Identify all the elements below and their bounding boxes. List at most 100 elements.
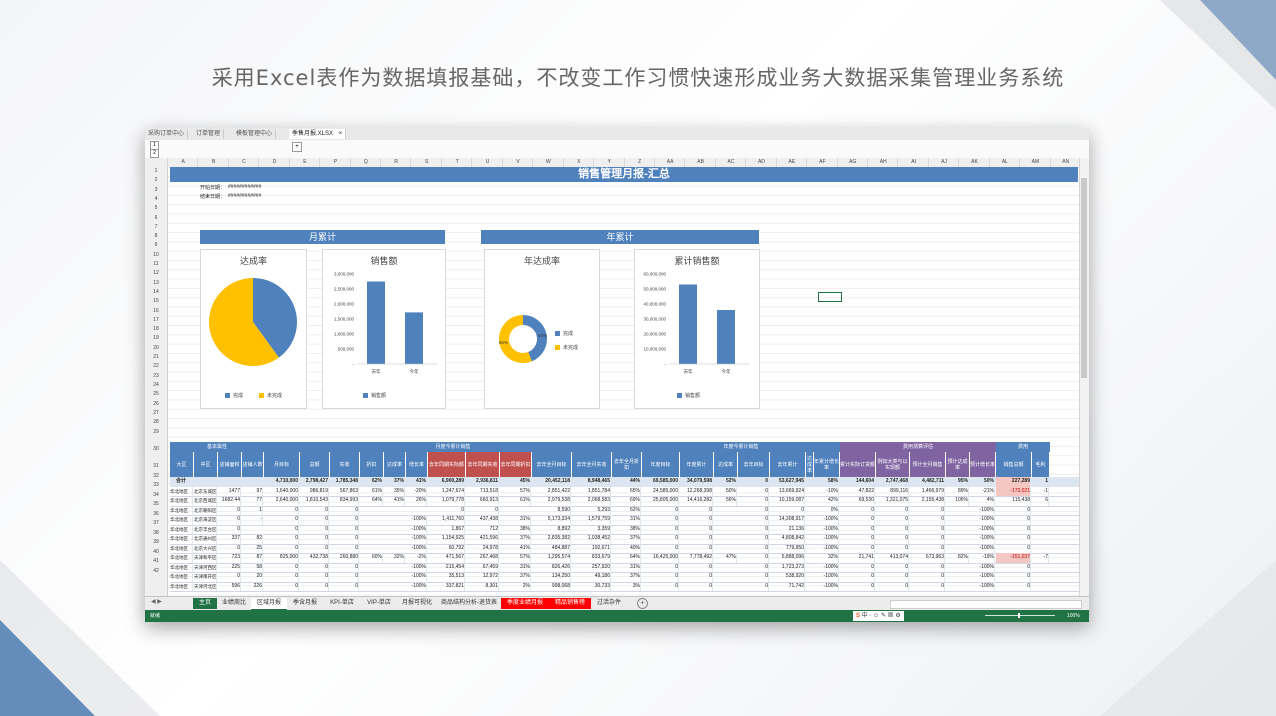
table-cell[interactable]: 0 [264, 572, 299, 582]
row-number[interactable]: 31 [145, 462, 167, 472]
table-cell[interactable]: 0 [680, 562, 713, 572]
table-cell[interactable]: -7 [1032, 553, 1049, 563]
column-header-cell[interactable]: 销售总额 [996, 452, 1031, 477]
table-cell[interactable]: 42% [814, 496, 839, 506]
table-cell[interactable]: 0 [642, 581, 679, 591]
sheet-tab[interactable]: 过活杂件 [591, 598, 627, 609]
sheet-grid[interactable]: 销售管理月报-汇总 开始日期： ############ 结束日期： #####… [168, 167, 1080, 596]
sheet-tab[interactable]: 商品结构分析-退货表 [437, 598, 501, 609]
table-cell[interactable]: 20 [242, 572, 263, 582]
zoom-slider[interactable] [985, 615, 1055, 616]
table-cell[interactable]: -100% [970, 505, 995, 515]
table-cell[interactable]: 0 [840, 505, 875, 515]
table-cell[interactable]: 723 [218, 553, 241, 563]
table-cell[interactable]: 0 [910, 572, 945, 582]
table-cell[interactable]: 1,810,543 [300, 496, 329, 506]
table-cell[interactable]: 0 [218, 505, 241, 515]
row-number[interactable]: 33 [145, 481, 167, 491]
table-cell[interactable]: 0 [996, 543, 1031, 553]
table-cell[interactable]: 0 [738, 524, 769, 534]
table-cell[interactable]: 0 [910, 515, 945, 525]
total-cell[interactable]: 1,785,348 [330, 477, 358, 487]
table-cell[interactable]: 1,867 [428, 524, 465, 534]
table-cell[interactable]: 87 [242, 553, 263, 563]
column-letter[interactable]: V [501, 158, 533, 167]
table-cell[interactable]: 0 [996, 562, 1031, 572]
table-cell[interactable]: - [242, 515, 263, 525]
table-cell[interactable]: 0 [876, 534, 909, 544]
table-cell[interactable]: 69% [612, 496, 641, 506]
table-cell[interactable]: 10,159,087 [770, 496, 805, 506]
table-cell[interactable]: 华北地区 [170, 524, 193, 534]
table-cell[interactable]: 40% [612, 543, 641, 553]
table-cell[interactable]: 337 [218, 534, 241, 544]
table-cell[interactable]: -100% [814, 515, 839, 525]
column-header-cell[interactable]: 店铺人数 [242, 452, 263, 477]
column-header-cell[interactable]: 年累计增长率 [814, 452, 839, 477]
table-cell[interactable]: 1,079,778 [428, 496, 465, 506]
table-cell[interactable]: 0 [264, 562, 299, 572]
table-cell[interactable]: 0 [738, 553, 769, 563]
table-cell[interactable]: -100% [814, 572, 839, 582]
table-cell[interactable]: 115,438 [996, 496, 1031, 506]
table-cell[interactable]: -100% [970, 543, 995, 553]
table-cell[interactable]: 225 [218, 562, 241, 572]
table-cell[interactable]: 0 [876, 505, 909, 515]
table-cell[interactable]: 1 [242, 505, 263, 515]
sheet-tab[interactable]: KPI-单店 [323, 598, 361, 609]
total-cell[interactable]: 53,627,945 [770, 477, 804, 487]
table-cell[interactable]: 华北地区 [170, 515, 193, 525]
table-cell[interactable]: -100% [406, 572, 427, 582]
table-cell[interactable]: 0 [642, 572, 679, 582]
row-number[interactable]: 40 [145, 548, 167, 558]
table-cell[interactable]: 37% [612, 572, 641, 582]
donut-chart-year-achievement[interactable]: 年达成率 44% 56% 完成 未完成 [484, 249, 600, 409]
table-cell[interactable]: 1,295,574 [532, 553, 571, 563]
row-number[interactable]: 15 [145, 297, 167, 306]
column-header-cell[interactable]: 去年全月折扣 [612, 452, 641, 477]
sheet-tab[interactable]: VIP-单店 [361, 598, 397, 609]
table-cell[interactable]: 1,466,979 [910, 486, 945, 496]
table-cell[interactable]: 北京海淀区 [194, 515, 217, 525]
table-cell[interactable]: 57% [500, 486, 531, 496]
row-number[interactable]: 39 [145, 538, 167, 548]
table-cell[interactable]: 0 [218, 515, 241, 525]
column-letter[interactable]: D [258, 158, 289, 167]
column-letter[interactable]: S [410, 158, 441, 167]
column-letter[interactable]: AK [958, 158, 989, 167]
total-cell[interactable]: 144,604 [840, 477, 874, 487]
table-cell[interactable]: -100% [970, 524, 995, 534]
table-cell[interactable]: 12,972 [466, 572, 499, 582]
column-letter[interactable]: AL [988, 158, 1020, 167]
table-cell[interactable]: 0 [330, 572, 359, 582]
table-cell[interactable]: 660,913 [466, 496, 499, 506]
table-cell[interactable]: -100% [406, 515, 427, 525]
row-number[interactable]: 27 [145, 409, 167, 418]
total-cell[interactable]: 0 [738, 477, 768, 487]
table-cell[interactable]: -100% [970, 534, 995, 544]
table-cell[interactable]: 0 [996, 515, 1031, 525]
column-letter[interactable]: A [167, 158, 198, 167]
table-cell[interactable]: 北京大兴区 [194, 543, 217, 553]
table-cell[interactable]: -100% [406, 581, 427, 591]
table-cell[interactable]: 华北地区 [170, 534, 193, 544]
table-cell[interactable]: 0 [840, 543, 875, 553]
table-cell[interactable]: 0 [840, 581, 875, 591]
column-letter[interactable]: AB [684, 158, 715, 167]
row-number[interactable]: 2 [145, 176, 167, 185]
bar-1[interactable] [405, 312, 423, 364]
table-cell[interactable]: 61% [360, 486, 383, 496]
table-cell[interactable]: 0 [876, 581, 909, 591]
table-cell[interactable]: 0 [300, 572, 329, 582]
column-letter[interactable]: AG [836, 158, 868, 167]
table-cell[interactable]: 134,250 [532, 572, 571, 582]
table-cell[interactable]: 3% [612, 581, 641, 591]
table-cell[interactable]: 2,068,583 [572, 496, 611, 506]
table-cell[interactable]: 484,887 [532, 543, 571, 553]
table-cell[interactable]: 14,416,282 [680, 496, 713, 506]
total-cell[interactable]: 50% [970, 477, 994, 487]
column-header-cell[interactable]: 店铺面积 [218, 452, 241, 477]
table-cell[interactable]: 538,920 [770, 572, 805, 582]
bar-0[interactable] [367, 281, 385, 365]
table-cell[interactable]: -100% [814, 581, 839, 591]
